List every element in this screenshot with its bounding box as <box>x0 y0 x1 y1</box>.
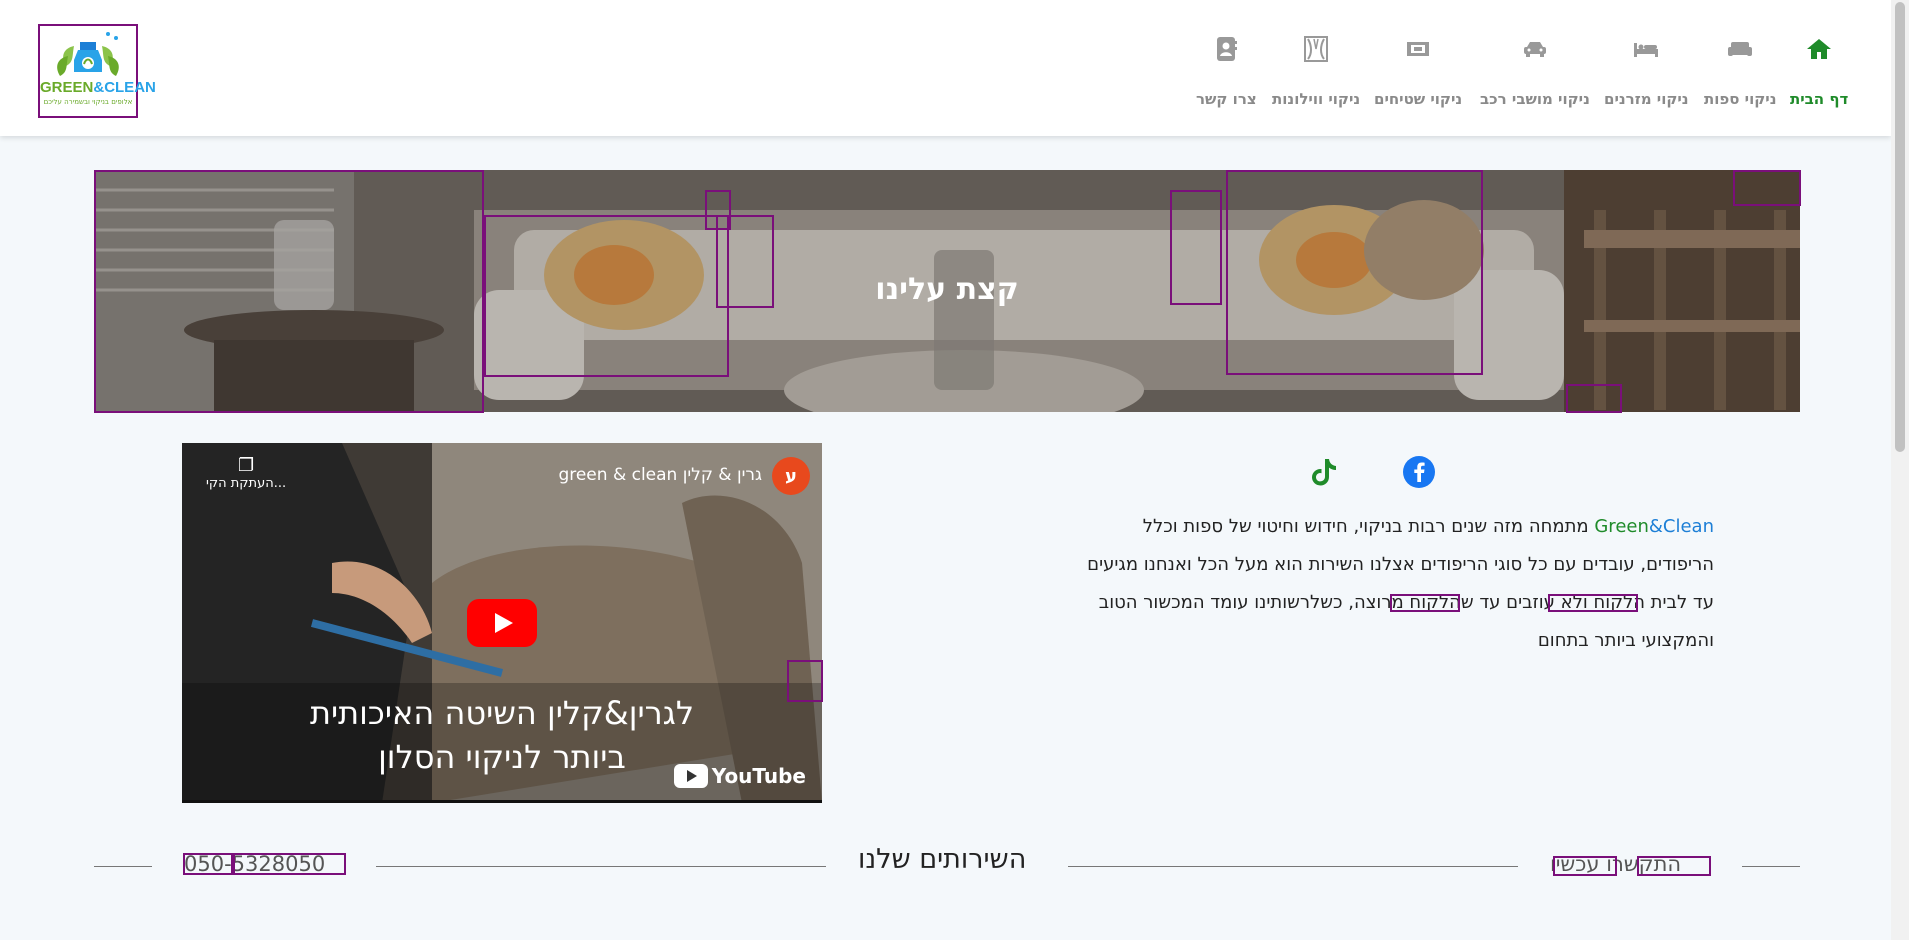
facebook-icon <box>1403 456 1435 488</box>
highlight-box <box>233 853 346 875</box>
highlight-box <box>1226 170 1483 375</box>
highlight-box <box>1553 856 1617 876</box>
channel-avatar[interactable]: ע <box>772 457 810 495</box>
nav-sofa-cleaning[interactable]: ניקוי ספות <box>1704 34 1777 108</box>
car-icon <box>1520 34 1550 64</box>
highlight-box <box>1733 170 1801 206</box>
copy-link-label: העתקת הקי... <box>206 476 287 491</box>
nav-label-contact: צרו קשר <box>1196 90 1257 108</box>
about-line-1: Green&Clean מתמחה מזה שנים רבות בניקוי, … <box>1030 508 1714 546</box>
divider-line <box>1068 866 1518 867</box>
divider-line <box>376 866 826 867</box>
facebook-link[interactable] <box>1402 455 1436 489</box>
video-play-button[interactable] <box>467 599 537 647</box>
nav-label-home: דף הבית <box>1790 90 1849 108</box>
nav-rug-cleaning[interactable]: ניקוי שטיחים <box>1374 34 1462 108</box>
page-scrollbar[interactable] <box>1891 0 1909 940</box>
divider-line <box>1742 866 1800 867</box>
nav-label-car: ניקוי מושבי רכב <box>1480 90 1590 108</box>
video-caption-line-1: לגרין&קלין השיטה האיכותית <box>309 694 695 732</box>
logo-text-amp: & <box>93 79 105 96</box>
about-line-1-text: מתמחה מזה שנים רבות בניקוי, חידוש וחיטוי… <box>1142 516 1595 537</box>
youtube-video-embed[interactable]: ע גרין & קלין green & clean ❐ העתקת הקי.… <box>182 443 822 803</box>
sofa-icon <box>1725 34 1755 64</box>
nav-label-rug: ניקוי שטיחים <box>1374 90 1463 108</box>
highlight-box <box>1390 594 1460 612</box>
logo-text-clean: CLEAN <box>104 79 156 96</box>
bed-icon <box>1631 34 1661 64</box>
site-logo[interactable]: GREEN&CLEAN אלופים בניקוי ובשמירה עליכם <box>38 24 156 118</box>
about-line-2: הריפודים, עובדים עם כל סוגי הריפודים אצל… <box>1087 554 1714 575</box>
tiktok-icon <box>1312 459 1336 486</box>
nav-home[interactable]: דף הבית <box>1790 34 1848 108</box>
contact-book-icon <box>1211 34 1241 64</box>
youtube-label: YouTube <box>711 764 806 788</box>
nav-label-curtain: ניקוי ווילונות <box>1272 90 1361 108</box>
brand-clean: &Clean <box>1648 516 1714 537</box>
video-channel-name[interactable]: גרין & קלין green & clean <box>558 465 762 485</box>
site-header: GREEN&CLEAN אלופים בניקוי ובשמירה עליכם … <box>0 0 1891 136</box>
copy-icon: ❐ <box>237 455 255 476</box>
nav-label-mattress: ניקוי מזרנים <box>1604 90 1689 108</box>
rug-icon <box>1403 34 1433 64</box>
divider-line <box>94 866 152 867</box>
highlight-box <box>716 215 774 308</box>
highlight-box <box>1548 594 1638 612</box>
highlight-box <box>94 170 484 413</box>
services-title: השירותים שלנו <box>858 844 1027 875</box>
scrollbar-thumb[interactable] <box>1895 2 1905 452</box>
nav-label-sofa: ניקוי ספות <box>1704 90 1777 108</box>
highlight-box <box>1170 190 1222 305</box>
highlight-box <box>484 215 729 377</box>
tiktok-link[interactable] <box>1306 455 1340 489</box>
nav-mattress-cleaning[interactable]: ניקוי מזרנים <box>1604 34 1689 108</box>
brand-green: Green <box>1594 516 1649 537</box>
curtain-icon <box>1301 34 1331 64</box>
highlight-box <box>183 853 233 875</box>
about-line-4: והמקצועי ביותר בתחום <box>1537 630 1714 651</box>
nav-contact[interactable]: צרו קשר <box>1196 34 1257 108</box>
home-icon <box>1804 34 1834 64</box>
highlight-box <box>1566 384 1622 413</box>
youtube-logo[interactable]: YouTube <box>673 764 806 788</box>
youtube-play-icon <box>673 764 708 788</box>
nav-car-seat-cleaning[interactable]: ניקוי מושבי רכב <box>1480 34 1590 108</box>
logo-text-green: GREEN <box>40 79 94 96</box>
logo-tagline: אלופים בניקוי ובשמירה עליכם <box>43 98 133 106</box>
about-text: Green&Clean מתמחה מזה שנים רבות בניקוי, … <box>1030 508 1714 660</box>
copy-link-button[interactable]: ❐ העתקת הקי... <box>206 455 286 491</box>
highlight-box <box>1637 856 1711 876</box>
highlight-box <box>787 660 823 702</box>
nav-curtain-cleaning[interactable]: ניקוי ווילונות <box>1272 34 1360 108</box>
